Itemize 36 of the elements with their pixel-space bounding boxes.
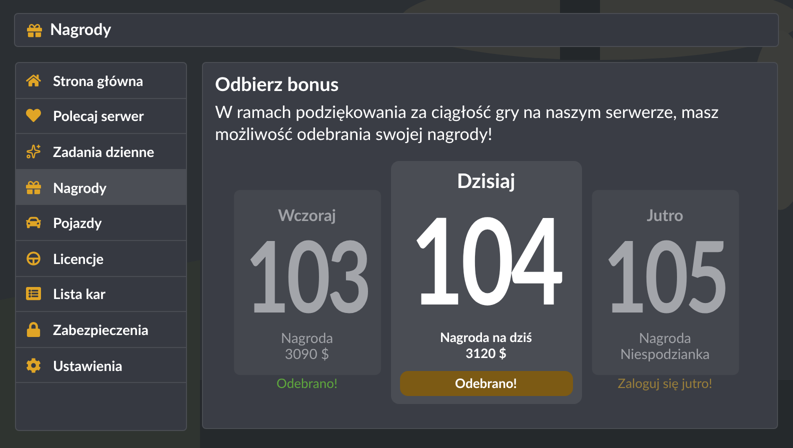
reward-amount: 3090 $ xyxy=(284,346,330,362)
day-number: 103 xyxy=(245,226,369,326)
gear-icon xyxy=(26,358,41,373)
status-text: Odebrano! xyxy=(276,374,338,393)
day-label: Jutro xyxy=(646,206,684,226)
reward-amount: 3120 $ xyxy=(466,345,506,361)
gift-icon xyxy=(26,180,41,195)
sidebar-item[interactable]: Ustawienia xyxy=(16,348,186,384)
list-icon xyxy=(26,286,41,302)
description: W ramach podziękowania za ciągłość gry na naszym serwerze, masz możliwość odebrania swojej nagrody! xyxy=(215,101,720,145)
day-label: Wczoraj xyxy=(278,206,336,226)
sparkles-icon xyxy=(26,144,41,159)
sidebar-item[interactable]: Zabezpieczenia xyxy=(16,312,186,348)
reward-label: Nagroda xyxy=(280,330,334,346)
reward-label: Nagroda xyxy=(638,330,692,346)
sidebar-item[interactable]: Licencje xyxy=(16,240,186,277)
sidebar-item[interactable]: Strona główna xyxy=(16,63,186,99)
lock-icon xyxy=(26,322,41,337)
sidebar-item[interactable]: Pojazdy xyxy=(16,205,186,241)
sidebar-item[interactable]: Nagrody xyxy=(16,170,186,206)
steering-wheel-icon xyxy=(26,250,41,266)
sidebar-item[interactable]: Lista kar xyxy=(16,276,186,312)
day-label: Dzisiaj xyxy=(456,169,516,193)
claim-button[interactable]: Odebrano! xyxy=(400,371,572,396)
section-title: Odbierz bonus xyxy=(215,73,340,97)
day-number: 104 xyxy=(410,199,562,319)
day-number: 105 xyxy=(603,226,727,326)
status-text: Zaloguj się jutro! xyxy=(618,374,712,393)
heart-icon xyxy=(26,108,41,124)
reward-amount: Niespodzianka xyxy=(620,346,710,362)
reward-label: Nagroda na dziś xyxy=(440,329,532,345)
page-title: Nagrody xyxy=(50,19,112,41)
sidebar-item[interactable]: Polecaj serwer xyxy=(16,98,186,134)
gift-icon xyxy=(27,22,42,38)
car-icon xyxy=(26,215,41,230)
home-icon xyxy=(26,72,41,88)
